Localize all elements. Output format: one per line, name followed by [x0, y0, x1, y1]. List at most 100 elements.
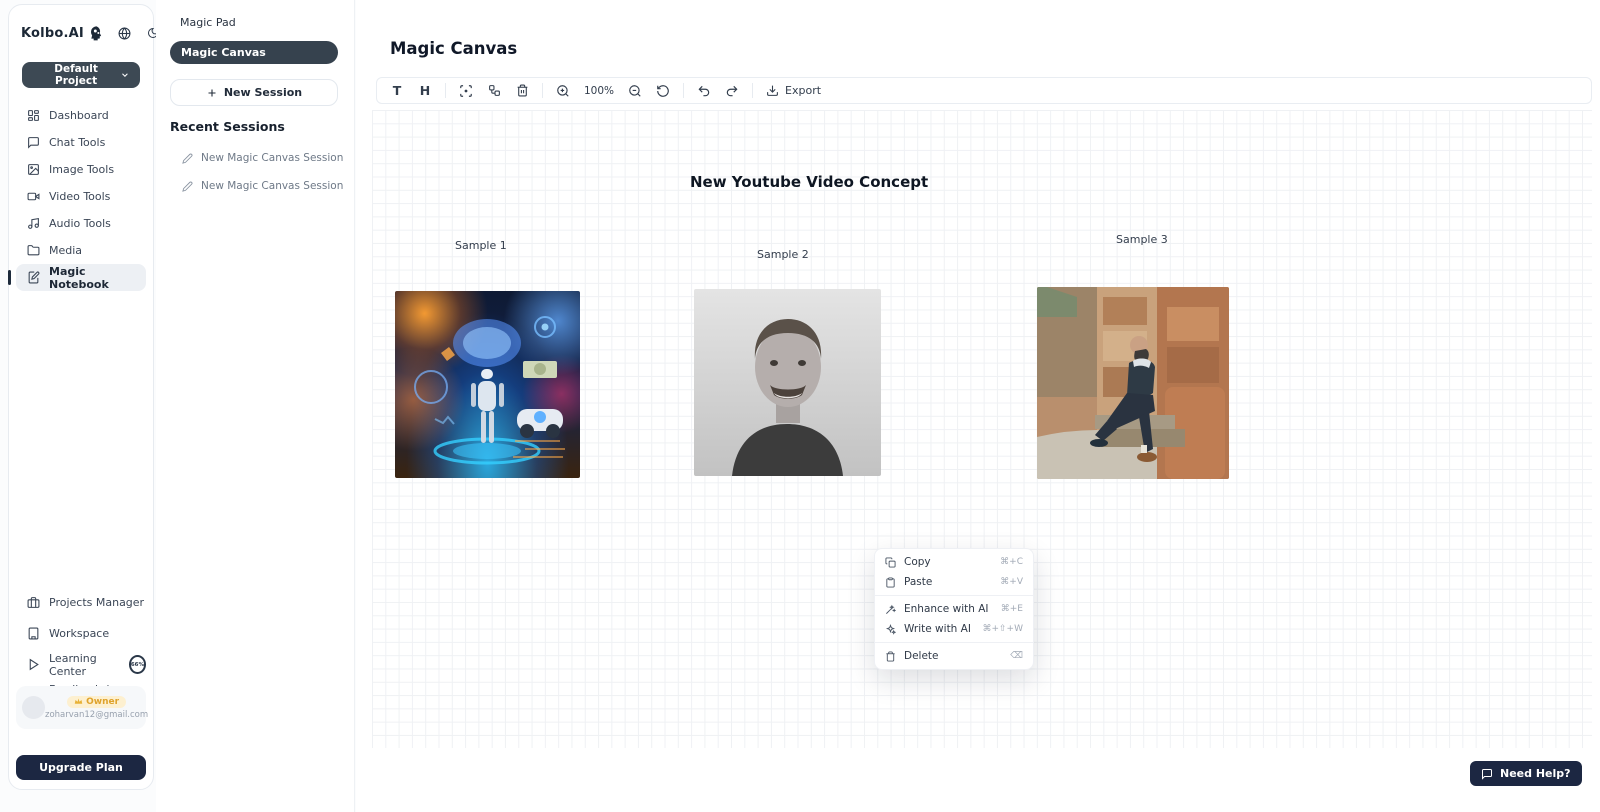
menu-item-delete[interactable]: Delete ⌫ — [875, 646, 1033, 666]
canvas-toolbar: T H 100% Export — [376, 77, 1592, 104]
sidebar-item-media[interactable]: Media — [16, 237, 146, 264]
session-list-item[interactable]: New Magic Canvas Session — [182, 152, 343, 164]
language-globe-icon[interactable] — [118, 27, 131, 40]
context-menu: Copy ⌘+C Paste ⌘+V Enhance with AI ⌘+E W… — [874, 548, 1034, 670]
workflow-button[interactable] — [483, 80, 505, 101]
sidebar-item-label: Chat Tools — [49, 136, 105, 149]
menu-item-label: Write with AI — [904, 623, 971, 635]
zoom-in-button[interactable] — [552, 80, 574, 101]
toolbar-divider — [542, 83, 543, 98]
menu-item-enhance-with-ai[interactable]: Enhance with AI ⌘+E — [875, 599, 1033, 619]
redo-icon — [725, 84, 739, 98]
user-meta: Owner zoharvan12@gmail.com — [45, 696, 148, 720]
menu-item-paste[interactable]: Paste ⌘+V — [875, 572, 1033, 592]
sidebar-item-video-tools[interactable]: Video Tools — [16, 183, 146, 210]
sparkles-icon — [885, 624, 896, 635]
sidebar-item-chat-tools[interactable]: Chat Tools — [16, 129, 146, 156]
canvas-image-ruins[interactable] — [1037, 287, 1229, 479]
menu-item-write-with-ai[interactable]: Write with AI ⌘+⇧+W — [875, 619, 1033, 639]
owner-badge-label: Owner — [86, 697, 119, 707]
upgrade-plan-button[interactable]: Upgrade Plan — [16, 755, 146, 780]
need-help-button[interactable]: Need Help? — [1470, 761, 1582, 786]
reset-view-button[interactable] — [652, 80, 674, 101]
zoom-in-icon — [556, 84, 570, 98]
delete-tool-button[interactable] — [511, 80, 533, 101]
help-chat-icon — [1481, 768, 1493, 780]
zoom-out-button[interactable] — [624, 80, 646, 101]
zoom-out-icon — [628, 84, 642, 98]
sidebar-item-label: Media — [49, 244, 82, 257]
session-list-item[interactable]: New Magic Canvas Session — [182, 180, 343, 192]
briefcase-icon — [27, 596, 40, 609]
page-title: Magic Canvas — [390, 39, 517, 58]
sample-2-label[interactable]: Sample 2 — [757, 248, 809, 261]
sessions-panel: Magic Pad Magic Canvas New Session Recen… — [156, 0, 355, 812]
dashboard-grid-icon — [27, 109, 40, 122]
left-sidebar: Kolbo.AI Default Project Dashboard Chat … — [8, 4, 154, 790]
text-tool-button[interactable]: T — [386, 80, 408, 101]
sidebar-item-label: Video Tools — [49, 190, 110, 203]
pencil-icon — [182, 181, 193, 192]
sidebar-item-workspace[interactable]: Workspace — [16, 618, 146, 649]
sidebar-item-audio-tools[interactable]: Audio Tools — [16, 210, 146, 237]
video-camera-icon — [27, 190, 40, 203]
notebook-pen-icon — [27, 271, 40, 284]
logo-row: Kolbo.AI — [21, 25, 143, 41]
sidebar-item-learning-center[interactable]: Learning Center 66% — [16, 649, 146, 680]
rotate-ccw-icon — [656, 84, 670, 98]
sidebar-nav: Dashboard Chat Tools Image Tools Video T… — [16, 102, 146, 291]
sidebar-item-image-tools[interactable]: Image Tools — [16, 156, 146, 183]
menu-shortcut: ⌘+C — [1000, 557, 1023, 567]
active-indicator — [8, 270, 11, 285]
trash-icon — [516, 84, 529, 97]
download-icon — [766, 84, 779, 97]
project-selector-label: Default Project — [32, 63, 120, 87]
workflow-branch-icon — [488, 84, 501, 97]
plus-icon — [206, 87, 218, 99]
user-account-card[interactable]: Owner zoharvan12@gmail.com — [16, 686, 146, 729]
menu-item-copy[interactable]: Copy ⌘+C — [875, 552, 1033, 572]
clipboard-icon — [885, 577, 896, 588]
sample-1-label[interactable]: Sample 1 — [455, 239, 507, 252]
menu-divider — [875, 642, 1033, 643]
canvas-image-portrait[interactable] — [694, 289, 881, 476]
undo-icon — [697, 84, 711, 98]
sidebar-item-projects-manager[interactable]: Projects Manager — [16, 587, 146, 618]
menu-shortcut: ⌘+V — [1000, 577, 1023, 587]
menu-shortcut: ⌘+E — [1001, 604, 1023, 614]
copy-icon — [885, 557, 896, 568]
menu-divider — [875, 595, 1033, 596]
redo-button[interactable] — [721, 80, 743, 101]
export-button[interactable]: Export — [762, 84, 825, 97]
board-title[interactable]: New Youtube Video Concept — [690, 173, 928, 191]
sidebar-item-magic-notebook[interactable]: Magic Notebook — [16, 264, 146, 291]
select-scan-button[interactable] — [455, 80, 477, 101]
magic-wand-icon — [885, 604, 896, 615]
brain-logo-icon — [88, 25, 104, 41]
session-item-label: New Magic Canvas Session — [201, 180, 343, 192]
magic-canvas-item[interactable]: Magic Canvas — [170, 41, 338, 64]
heading-tool-button[interactable]: H — [414, 80, 436, 101]
new-session-button[interactable]: New Session — [170, 79, 338, 106]
session-item-label: New Magic Canvas Session — [201, 152, 343, 164]
menu-shortcut: ⌫ — [1010, 651, 1023, 661]
need-help-label: Need Help? — [1500, 767, 1571, 780]
project-selector[interactable]: Default Project — [22, 62, 140, 88]
undo-button[interactable] — [693, 80, 715, 101]
menu-item-label: Copy — [904, 556, 931, 568]
play-icon — [27, 658, 40, 671]
toolbar-divider — [752, 83, 753, 98]
canvas-image-ai-concept[interactable] — [395, 291, 580, 478]
avatar — [22, 696, 45, 719]
recent-sessions-title: Recent Sessions — [170, 119, 285, 134]
chevron-down-icon — [120, 70, 130, 80]
sidebar-item-dashboard[interactable]: Dashboard — [16, 102, 146, 129]
sidebar-item-label: Dashboard — [49, 109, 109, 122]
menu-item-label: Enhance with AI — [904, 603, 989, 615]
sample-3-label[interactable]: Sample 3 — [1116, 233, 1168, 246]
sidebar-item-label: Image Tools — [49, 163, 114, 176]
magic-pad-item[interactable]: Magic Pad — [180, 16, 236, 29]
owner-badge: Owner — [67, 696, 126, 708]
chat-bubble-icon — [27, 136, 40, 149]
sidebar-item-label: Workspace — [49, 627, 109, 640]
